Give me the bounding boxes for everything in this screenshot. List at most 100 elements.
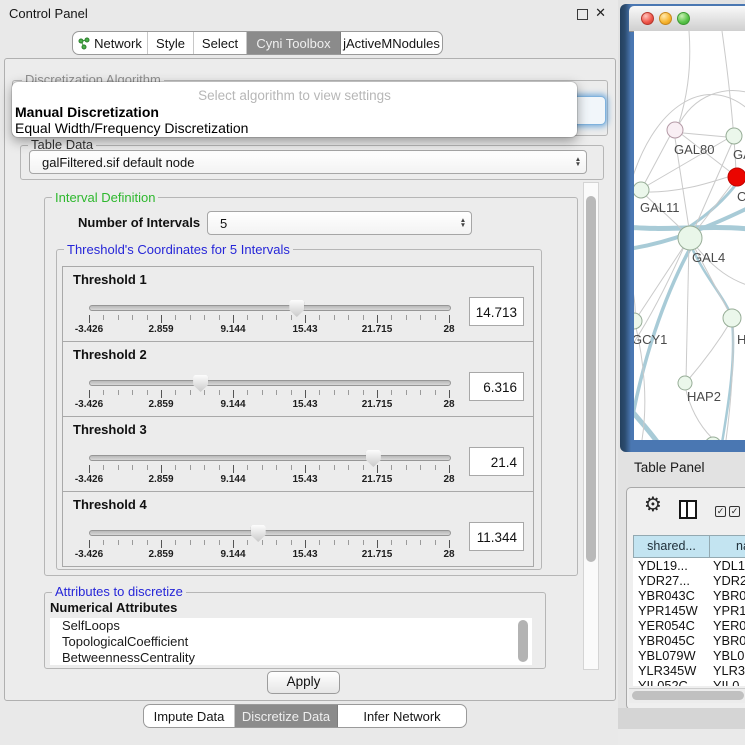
tick-mark <box>319 540 320 545</box>
tick-label: 2.859 <box>148 399 173 410</box>
network-node-h[interactable] <box>723 309 741 327</box>
tick-mark <box>420 540 421 545</box>
table-hscrollbar-thumb[interactable] <box>632 691 744 700</box>
network-node-hap2[interactable] <box>678 376 692 390</box>
close-icon[interactable]: ✕ <box>595 5 606 21</box>
apply-button[interactable]: Apply <box>267 671 340 694</box>
table-rows[interactable]: YDL19...YDL1...YDR27...YDR2...YBR043CYBR… <box>633 558 745 686</box>
algorithm-option[interactable]: Equal Width/Frequency Discretization <box>15 120 248 136</box>
checkbox-icon[interactable]: ✓ <box>729 506 740 517</box>
network-node[interactable] <box>705 437 721 440</box>
table-row[interactable]: YDR27...YDR2... <box>633 573 745 588</box>
slider-track[interactable] <box>89 530 451 536</box>
network-node-gal80[interactable] <box>667 122 683 138</box>
column-header-name[interactable]: na <box>709 535 745 558</box>
float-window-icon[interactable] <box>577 9 588 20</box>
table-row[interactable]: YBR045CYBR0... <box>633 633 745 648</box>
tick-mark <box>435 315 436 320</box>
panel-scrollbar-track[interactable] <box>583 182 599 670</box>
table-row[interactable]: YDL19...YDL1... <box>633 558 745 573</box>
cell-name: YDL1... <box>713 558 745 573</box>
network-node-c[interactable] <box>728 168 745 186</box>
slider-track[interactable] <box>89 305 451 311</box>
stepper-arrows-icon[interactable]: ▲▼ <box>455 218 471 228</box>
network-edge[interactable] <box>683 133 727 137</box>
tick-mark <box>147 540 148 545</box>
tab-style[interactable]: Style <box>148 32 194 54</box>
network-edge[interactable] <box>634 271 635 319</box>
tick-mark <box>247 315 248 320</box>
tick-label: 2.859 <box>148 324 173 335</box>
tick-mark <box>247 390 248 395</box>
checkbox-icon[interactable]: ✓ <box>715 506 726 517</box>
network-node-ga[interactable] <box>726 128 742 144</box>
tab-label: jActiveMNodules <box>343 36 440 51</box>
tick-mark <box>334 390 335 395</box>
attribute-list-item[interactable]: TopologicalCoefficient <box>50 634 532 650</box>
tick-label: -3.426 <box>75 399 103 410</box>
threshold-value-field[interactable]: 14.713 <box>469 297 524 326</box>
minimize-traffic-light-icon[interactable] <box>659 12 672 25</box>
network-edge[interactable] <box>643 175 734 192</box>
tick-mark <box>161 540 162 548</box>
slider-track[interactable] <box>89 455 451 461</box>
network-graph[interactable]: GAL80GACGAL11GAL4GCY1HHAP2 <box>634 31 745 440</box>
tick-mark <box>89 315 90 323</box>
close-traffic-light-icon[interactable] <box>641 12 654 25</box>
tick-mark <box>233 390 234 398</box>
column-header-shared-name[interactable]: shared... <box>633 535 710 558</box>
tick-mark <box>132 390 133 395</box>
network-edge[interactable] <box>688 321 731 380</box>
zoom-traffic-light-icon[interactable] <box>677 12 690 25</box>
threshold-value-field[interactable]: 11.344 <box>469 522 524 551</box>
main-window-edge: GAL80GACGAL11GAL4GCY1HHAP2 Table Panel ⚙… <box>618 0 745 745</box>
table-row[interactable]: YBL079WYBL0... <box>633 648 745 663</box>
panel-scrollbar-thumb[interactable] <box>586 196 596 562</box>
table-row[interactable]: YPR145WYPR1... <box>633 603 745 618</box>
tab-network[interactable]: Network <box>73 32 148 54</box>
network-edge[interactable] <box>641 132 672 190</box>
tick-mark <box>420 315 421 320</box>
tick-mark <box>319 315 320 320</box>
attribute-list-item[interactable]: BetweennessCentrality <box>50 650 532 665</box>
network-edge[interactable] <box>677 91 745 128</box>
stepper-arrows-icon[interactable]: ▲▼ <box>570 157 586 167</box>
attribute-list-item[interactable]: SelfLoops <box>50 618 532 634</box>
network-edge[interactable] <box>689 183 737 227</box>
tick-label: 2.859 <box>148 549 173 560</box>
tab-select[interactable]: Select <box>194 32 247 54</box>
network-canvas[interactable]: GAL80GACGAL11GAL4GCY1HHAP2 <box>634 31 745 440</box>
network-node-gcy1[interactable] <box>634 313 642 329</box>
threshold-value-field[interactable]: 21.4 <box>469 447 524 476</box>
tick-mark <box>219 390 220 395</box>
tab-impute-data[interactable]: Impute Data <box>144 705 235 727</box>
numerical-attributes-list[interactable]: SelfLoopsTopologicalCoefficientBetweenne… <box>50 618 532 665</box>
algorithm-popup-placeholder: Select algorithm to view settings <box>12 88 577 103</box>
table-data-select[interactable]: galFiltered.sif default node ▲▼ <box>29 150 587 174</box>
attributes-list-scrollbar[interactable] <box>518 620 528 662</box>
tick-label: 15.43 <box>292 324 317 335</box>
number-of-intervals-select[interactable]: 5 ▲▼ <box>207 211 472 235</box>
tab-discretize-data[interactable]: Discretize Data <box>235 705 338 727</box>
control-panel-tabbar: NetworkStyleSelectCyni ToolboxjActiveMNo… <box>72 31 443 55</box>
slider-track[interactable] <box>89 380 451 386</box>
network-edge[interactable] <box>634 406 658 440</box>
network-node-gal11[interactable] <box>634 182 649 198</box>
table-row[interactable]: YIL052CYIL0... <box>633 678 745 686</box>
table-row[interactable]: YER054CYER0... <box>633 618 745 633</box>
gear-icon[interactable]: ⚙ <box>644 495 662 515</box>
tab-jactivemnodules[interactable]: jActiveMNodules <box>341 32 442 54</box>
algorithm-option[interactable]: Manual Discretization <box>15 104 159 120</box>
tab-cyni-toolbox[interactable]: Cyni Toolbox <box>247 32 341 54</box>
network-node-gal4[interactable] <box>678 226 702 250</box>
table-row[interactable]: YBR043CYBR0... <box>633 588 745 603</box>
split-columns-icon[interactable] <box>679 500 697 519</box>
network-window-titlebar[interactable] <box>629 6 745 32</box>
threshold-value-field[interactable]: 6.316 <box>469 372 524 401</box>
table-row[interactable]: YLR345WYLR3... <box>633 663 745 678</box>
table-hscrollbar-track[interactable] <box>629 688 745 703</box>
tick-mark <box>204 390 205 395</box>
tick-mark <box>161 315 162 323</box>
tab-infer-network[interactable]: Infer Network <box>338 705 466 727</box>
network-edge[interactable] <box>686 241 689 381</box>
